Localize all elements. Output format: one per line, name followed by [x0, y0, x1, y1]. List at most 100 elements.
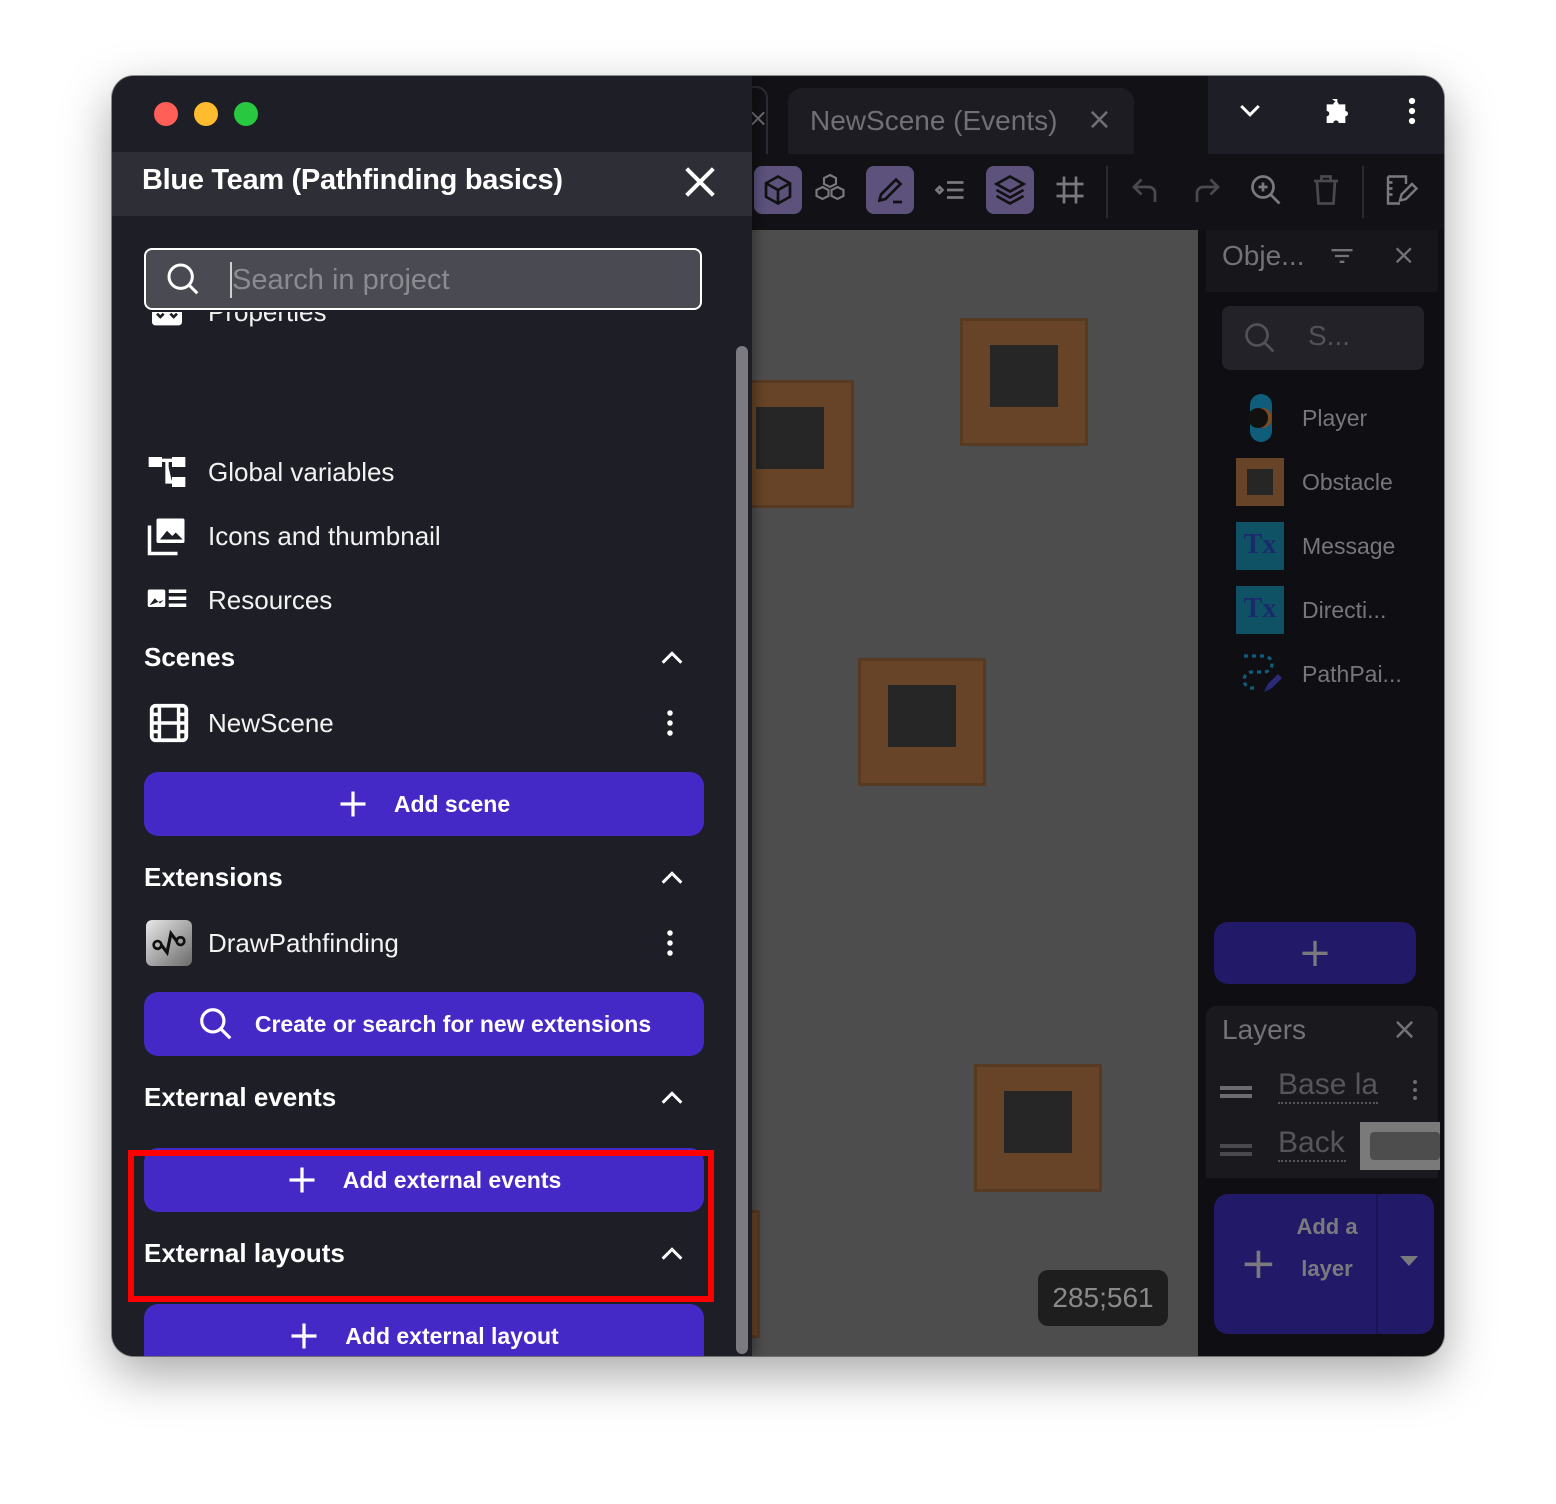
layers-icon[interactable]: [986, 166, 1034, 214]
edit-scene-properties-icon[interactable]: [1376, 166, 1424, 214]
scene-film-icon: [149, 703, 189, 743]
nav-item-resources[interactable]: Resources: [146, 574, 686, 626]
section-header-extensions[interactable]: Extensions: [144, 858, 694, 902]
player-thumbnail-icon: [1236, 394, 1284, 442]
layer-row[interactable]: Base la: [1206, 1064, 1438, 1116]
scene-name: NewScene: [208, 708, 334, 738]
filter-icon[interactable]: [1328, 242, 1356, 277]
redo-icon[interactable]: [1182, 166, 1230, 214]
layer-color-swatch[interactable]: [1360, 1122, 1440, 1170]
project-title: Blue Team (Pathfinding basics): [142, 164, 563, 196]
layer-row[interactable]: Back: [1206, 1122, 1440, 1174]
object-list-item[interactable]: PathPai...: [1236, 646, 1426, 702]
more-vertical-icon[interactable]: [1412, 1078, 1418, 1102]
object-list-item[interactable]: Tx Message: [1236, 518, 1426, 574]
tab-previous[interactable]: ×: [748, 86, 768, 156]
grid-icon[interactable]: [1046, 166, 1094, 214]
nav-item-global-variables[interactable]: Global variables: [146, 446, 686, 498]
nav-item-properties[interactable]: Properties: [146, 312, 686, 338]
plus-icon: +: [1240, 1238, 1277, 1289]
tab-newscene-events[interactable]: NewScene (Events) ×: [788, 88, 1134, 154]
chevron-up-icon[interactable]: [658, 1084, 686, 1112]
close-tab-icon[interactable]: ×: [1087, 102, 1112, 137]
toolbar-divider: [1362, 166, 1364, 218]
nav-item-label: Resources: [208, 584, 333, 615]
image-icon: [146, 515, 188, 557]
object-groups-icon[interactable]: [806, 166, 854, 214]
objects-search-placeholder: S...: [1308, 320, 1351, 351]
more-vertical-icon[interactable]: [664, 708, 676, 738]
chevron-up-icon[interactable]: [658, 644, 686, 672]
obstacle-hole: [990, 345, 1058, 407]
window-zoom-button[interactable]: [234, 102, 258, 126]
delete-icon[interactable]: [1302, 166, 1350, 214]
chevron-up-icon[interactable]: [658, 864, 686, 892]
add-external-events-button[interactable]: Add external events: [144, 1148, 704, 1212]
object-list-item[interactable]: Player: [1236, 390, 1426, 446]
edit-properties-icon[interactable]: [866, 166, 914, 214]
objects-search-input[interactable]: S...: [1222, 306, 1424, 370]
nav-item-label: Properties: [208, 312, 327, 328]
search-icon: [200, 1008, 232, 1040]
window-close-button[interactable]: [154, 102, 178, 126]
search-icon: [1245, 323, 1275, 353]
section-title: Extensions: [144, 862, 283, 892]
button-label: Add external events: [342, 1166, 562, 1193]
search-extensions-button[interactable]: Create or search for new extensions: [144, 992, 704, 1056]
text-object-icon: Tx: [1236, 586, 1284, 634]
object-name: Message: [1302, 532, 1396, 559]
drawer-header: Blue Team (Pathfinding basics): [112, 152, 752, 216]
section-title: External layouts: [144, 1238, 345, 1268]
undo-icon[interactable]: [1122, 166, 1170, 214]
obstacle-hole: [888, 685, 956, 747]
app-window: × NewScene (Events) × 285;561 Obje... × …: [112, 76, 1444, 1356]
obstacle-hole: [1004, 1091, 1072, 1153]
search-field[interactable]: [230, 258, 674, 302]
drag-handle-icon[interactable]: [1220, 1086, 1252, 1098]
text-cursor: [230, 262, 232, 298]
dropdown-caret-icon[interactable]: [1400, 1256, 1418, 1266]
object-instance-icon[interactable]: [754, 166, 802, 214]
extension-puzzle-icon[interactable]: [1320, 95, 1352, 135]
window-minimize-button[interactable]: [194, 102, 218, 126]
scene-list-item[interactable]: NewScene: [146, 698, 696, 750]
obstacle-instance[interactable]: [752, 1210, 760, 1338]
extension-list-item[interactable]: DrawPathfinding: [146, 918, 696, 970]
plus-icon: [289, 1167, 315, 1193]
instances-list-icon[interactable]: [926, 166, 974, 214]
path-painter-icon: [1236, 650, 1284, 698]
add-external-layout-button[interactable]: Add external layout: [144, 1304, 704, 1356]
drag-handle-icon[interactable]: [1220, 1144, 1252, 1156]
layer-name[interactable]: Base la: [1278, 1068, 1378, 1104]
obstacle-instance[interactable]: [858, 658, 986, 786]
close-icon[interactable]: [680, 162, 720, 202]
chevron-up-icon[interactable]: [658, 1240, 686, 1268]
layers-panel-title: Layers: [1222, 1014, 1307, 1045]
chevron-down-icon[interactable]: [1235, 96, 1265, 134]
drawer-scrollbar[interactable]: [736, 346, 748, 1354]
object-list-item[interactable]: Obstacle: [1236, 454, 1426, 510]
plus-icon: [291, 1323, 317, 1349]
section-header-external-layouts[interactable]: External layouts: [144, 1234, 694, 1278]
layer-name[interactable]: Back: [1278, 1126, 1346, 1162]
search-in-project-input[interactable]: [144, 248, 702, 310]
obstacle-instance[interactable]: [974, 1064, 1102, 1192]
obstacle-instance[interactable]: [752, 380, 854, 508]
close-icon[interactable]: ×: [1392, 1012, 1417, 1047]
add-object-button[interactable]: +: [1214, 922, 1416, 984]
tab-bar: × NewScene (Events) ×: [748, 76, 1208, 156]
obstacle-instance[interactable]: [960, 318, 1088, 446]
section-header-scenes[interactable]: Scenes: [144, 638, 694, 682]
object-list-item[interactable]: Tx Directi...: [1236, 582, 1426, 638]
more-vertical-icon[interactable]: [1407, 96, 1417, 134]
add-scene-button[interactable]: Add scene: [144, 772, 704, 836]
zoom-in-icon[interactable]: [1242, 166, 1290, 214]
scene-canvas[interactable]: 285;561: [752, 230, 1198, 1356]
add-layer-button[interactable]: + Add a layer: [1214, 1194, 1434, 1334]
close-icon[interactable]: ×: [1392, 238, 1415, 271]
section-header-external-events[interactable]: External events: [144, 1078, 694, 1122]
nav-item-label: Global variables: [208, 456, 395, 487]
layers-panel: Layers × Base la Back: [1206, 1006, 1440, 1178]
nav-item-icons-thumbnail[interactable]: Icons and thumbnail: [146, 510, 686, 562]
more-vertical-icon[interactable]: [664, 928, 676, 958]
